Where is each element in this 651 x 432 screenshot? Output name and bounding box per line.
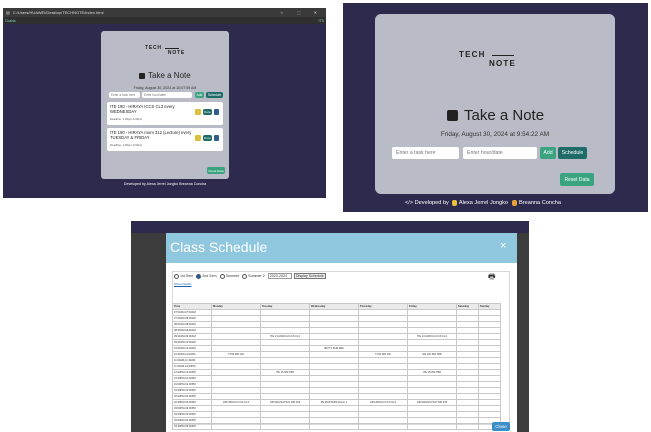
footer-credits: Developed by Alexa Jerrel Jongko Breanna…	[123, 182, 207, 186]
schedule-cell	[260, 423, 310, 430]
address-text[interactable]: C:/Users/HUAWEI/Desktop/TECHNOTE/index.h…	[13, 10, 104, 15]
semester-radio-label: 1st Sem	[180, 274, 194, 278]
note-icon	[139, 72, 145, 79]
semester-radio-label: 2nd Sem	[202, 274, 217, 278]
note-deadline: Deadline: 1:30pm-3:30pm	[110, 143, 143, 147]
year-select[interactable]: 2023-2024	[267, 273, 292, 279]
semester-radio[interactable]	[196, 273, 202, 279]
schedule-cell	[358, 423, 408, 430]
add-button[interactable]: Add	[540, 147, 556, 159]
note-item: ITE 190 - HIRAYA ICCS CL3 every WEDNESDA…	[107, 102, 223, 125]
class-schedule-modal: Class Schedule × 1st Sem 2nd Sem Summer Sum…	[166, 233, 517, 432]
backdrop-strip	[131, 221, 529, 233]
file-icon: ▤	[6, 10, 10, 15]
window-controls-icon[interactable]: ☆ ⬚ ✕	[280, 10, 323, 15]
date-input[interactable]: Enter hour/date	[463, 147, 537, 159]
date-text: Friday, August 30, 2024 at 9:54:22 AM	[440, 131, 550, 138]
done-button[interactable]: Done	[203, 135, 212, 141]
footer-credits: </> Developed by Alexa Jerrel Jongko Bre…	[405, 200, 561, 206]
logo: TECH NOTE	[459, 50, 529, 68]
note-title: ITE 190 - HIRAYA room 312 (Lecture) ever…	[110, 130, 192, 140]
app-screenshot-panel: TECH NOTE Take a Note Friday, August 30,…	[343, 3, 648, 212]
page-heading: Take a Note	[139, 71, 191, 80]
date-input[interactable]: Enter hour/date	[142, 92, 192, 98]
browser-screenshot-panel: ▤ C:/Users/HUAWEI/Desktop/TECHNOTE/index…	[3, 8, 326, 198]
note-title: ITE 190 - HIRAYA ICCS CL3 every WEDNESDA…	[110, 104, 175, 114]
developer-avatar-icon	[512, 200, 517, 206]
bookmarks-bar: Ccaids ITS	[3, 17, 326, 24]
semester-selector: 1st Sem 2nd Sem Summer Summer 2 2023-2024 Dis…	[174, 273, 326, 279]
table-row: 04:30PM-05:00PM	[172, 423, 501, 430]
logo: TECH NOTE	[145, 45, 185, 56]
heading-text: Take a Note	[464, 107, 545, 124]
display-schedule-button[interactable]: Display Schedule	[293, 273, 326, 279]
modal-title: Class Schedule	[170, 239, 268, 255]
reset-data-button[interactable]: Reset Data	[560, 173, 594, 186]
note-icon	[447, 110, 458, 121]
date-text: Friday, August 30, 2024 at 10:07:55 AM	[133, 86, 197, 90]
note-card: TECH NOTE Take a Note Friday, August 30,…	[101, 31, 229, 179]
schedule-cell	[211, 423, 261, 430]
reset-data-button[interactable]: Reset Data	[207, 167, 225, 174]
task-input[interactable]: Enter a task here	[109, 92, 140, 98]
logo-line	[492, 55, 514, 56]
schedule-cell	[456, 423, 479, 430]
schedule-cell	[407, 423, 457, 430]
bookmark-link[interactable]: Ccaids	[5, 19, 16, 23]
browser-address-bar: ▤ C:/Users/HUAWEI/Desktop/TECHNOTE/index…	[3, 8, 326, 17]
semester-radio[interactable]	[242, 273, 248, 279]
close-button[interactable]: Close	[492, 422, 510, 431]
bookmark-right[interactable]: ITS	[319, 19, 324, 23]
developer-2[interactable]: Breanna Concha	[519, 200, 561, 206]
developer-avatar-icon	[451, 200, 457, 206]
developer-1[interactable]: Alexa Jerrel Jongko	[459, 200, 508, 206]
logo-bottom: NOTE	[489, 59, 517, 68]
modal-header: Class Schedule ×	[166, 233, 517, 263]
printer-icon[interactable]: 🖶	[488, 271, 496, 285]
time-cell: 04:30PM-05:00PM	[172, 423, 212, 430]
close-x-icon[interactable]: ×	[500, 240, 506, 252]
add-button[interactable]: Add	[195, 92, 204, 98]
schedule-button[interactable]: Schedule	[558, 147, 587, 159]
schedule-button[interactable]: Schedule	[206, 92, 223, 98]
delete-button[interactable]	[214, 109, 219, 115]
delete-button[interactable]	[214, 135, 219, 141]
semester-radio-label: Summer 2	[248, 274, 265, 278]
page-heading: Take a Note	[447, 107, 544, 124]
done-button[interactable]: Done	[203, 109, 212, 115]
note-card: TECH NOTE Take a Note Friday, August 30,…	[375, 14, 615, 194]
task-input[interactable]: Enter a task here	[392, 147, 459, 159]
show-details-link[interactable]: Show Details	[174, 282, 192, 286]
note-item: ITE 190 - HIRAYA room 312 (Lecture) ever…	[107, 128, 223, 151]
schedule-table: Time Monday Tuesday Wednesday Thursday Friday…	[172, 303, 501, 430]
semester-radio[interactable]	[219, 273, 225, 279]
semester-radio-label: Summer	[225, 274, 240, 278]
edit-button[interactable]	[195, 109, 201, 115]
logo-line	[165, 48, 179, 49]
edit-button[interactable]	[195, 135, 201, 141]
schedule-cell	[309, 423, 359, 430]
note-deadline: Deadline: 1:30pm-4:30pm	[110, 117, 143, 121]
heading-text: Take a Note	[148, 71, 191, 80]
semester-radio[interactable]	[174, 273, 179, 279]
footer-prefix: </> Developed by	[405, 200, 449, 206]
schedule-modal-panel: Class Schedule × 1st Sem 2nd Sem Summer Sum…	[131, 221, 529, 432]
